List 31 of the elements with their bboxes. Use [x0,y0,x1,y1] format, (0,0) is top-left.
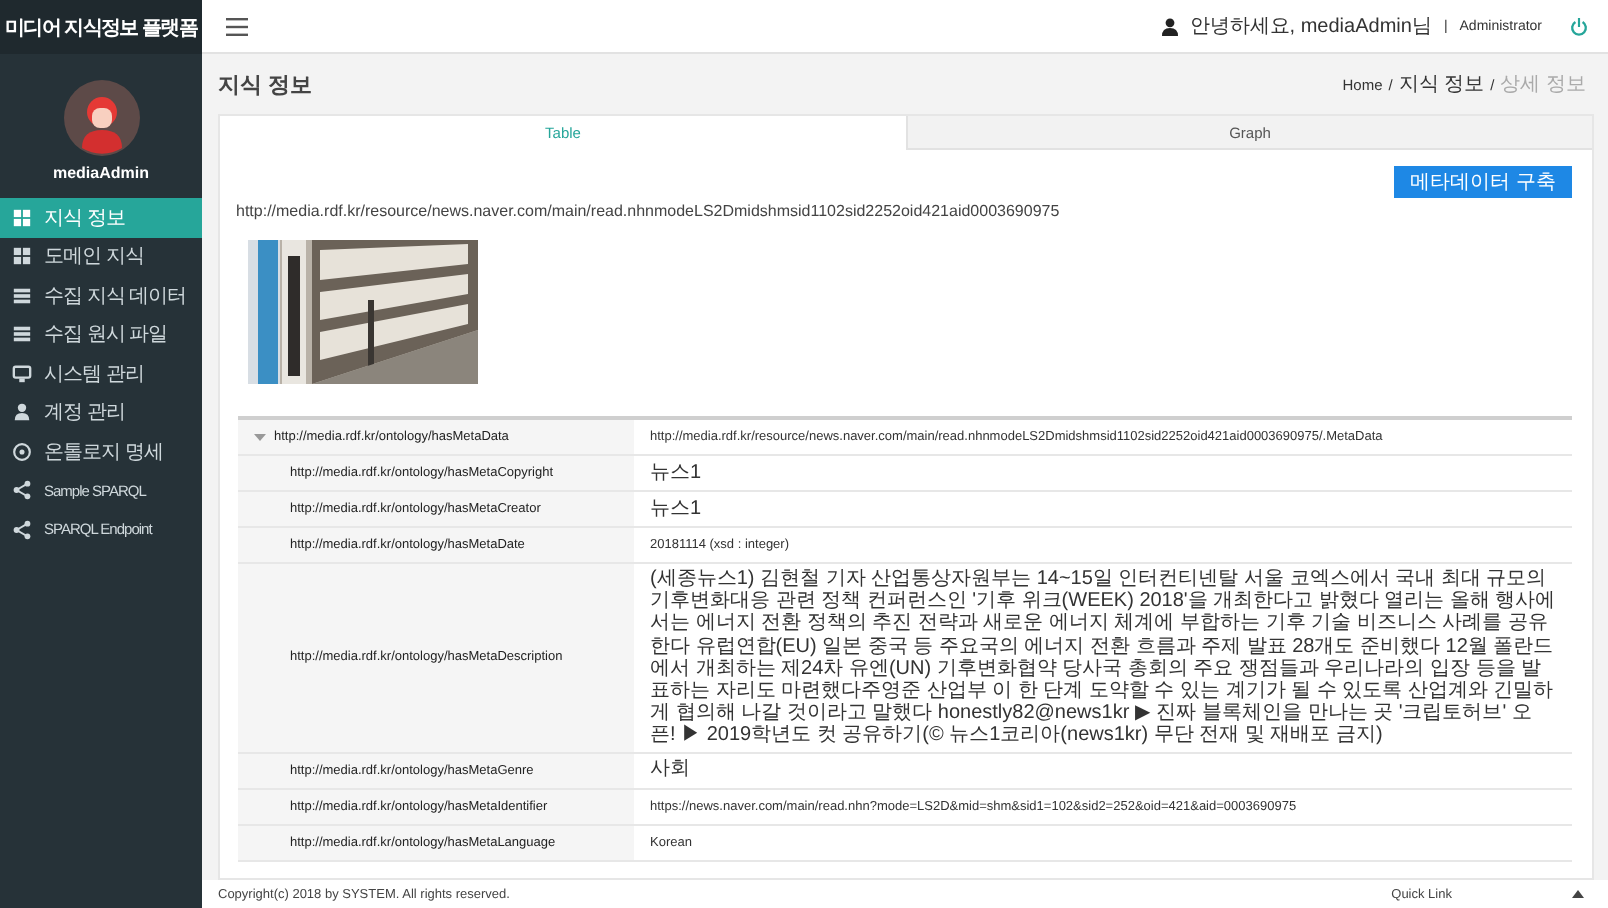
sidebar-item[interactable]: 수집 지식 데이터 [0,276,202,315]
page-title: 지식 정보 [218,71,313,99]
build-metadata-button[interactable]: 메타데이터 구축 [1394,166,1572,198]
menu-icon[interactable] [226,17,248,35]
user-icon [12,402,32,423]
property-value: (세종뉴스1) 김현철 기자 산업통상자원부는 14~15일 인터컨티넨탈 서울 코엑스에서 국내 최대 규모의 기후변화대응 관련 정책 컨퍼런스인 '기후 위크(WEEK) 2018'을 개최한다고 밝혔다 열리는 올해 행사에서는 에너지 전환 정책의 추진 전략과 새로운 에너지 체계에 부합하는 기후 기술 비즈니스 사례를 공유한다 유럽연합(EU) 일본 중국 등 주요국의 에너지 전환 흐름과 주제 발표 28개도 준비했다 12월 폴란드에서 개최하는 제24차 유엔(UN) 기후변화협약 당사국 총회의 주요 쟁점들과 우리나라의 입장 등을 발표하는 자리도 마련했다주영준 산업부 이 한 단계 도약할 수 있는 계기가 될 수 있도록 산업계와 긴밀하게 협의해 나갈 것이라고 말했다 honestly82@news1kr ▶ 진짜 블록체인을 만나는 곳 '크립토허브' 오픈! ▶ 2019학년도 컷 공유하기(© 뉴스1코리아(news1kr) 무단 전재 및 재배포 금지) [648,566,1558,751]
share-icon [12,519,32,540]
user-name: mediaAdmin [52,164,149,182]
property-value: 뉴스1 [648,459,704,488]
caret-up-icon[interactable] [1572,890,1584,898]
sidebar-item[interactable]: 도메인 지식 [0,237,202,276]
sidebar-item[interactable]: 온톨로지 명세 [0,432,202,471]
grid-icon [12,246,32,267]
grid-icon [12,207,32,228]
sidebar-item[interactable]: 수집 원시 파일 [0,315,202,354]
sidebar-item[interactable]: 시스템 관리 [0,354,202,393]
user-icon [1161,17,1178,35]
list-icon [12,324,32,345]
avatar [63,80,139,156]
sidebar-item[interactable]: 계정 관리 [0,393,202,432]
list-icon [12,285,32,306]
monitor-icon [12,363,32,384]
property-value: 사회 [648,756,692,785]
resource-uri: http://media.rdf.kr/resource/news.naver.com/main/read.nhnmodeLS2Dmidshmsid1102sid2252oid421aid0003690975 [236,202,1062,220]
share-icon [12,480,32,501]
app-logo[interactable]: 미디어 지식정보 플랫폼 [0,0,202,54]
greeting: 안녕하세요, mediaAdmin님 [1189,14,1432,40]
property-value: 뉴스1 [648,495,704,524]
power-icon[interactable] [1570,17,1588,35]
caret-icon[interactable] [254,432,266,442]
breadcrumb-link[interactable]: 지식 정보 [1398,70,1485,98]
